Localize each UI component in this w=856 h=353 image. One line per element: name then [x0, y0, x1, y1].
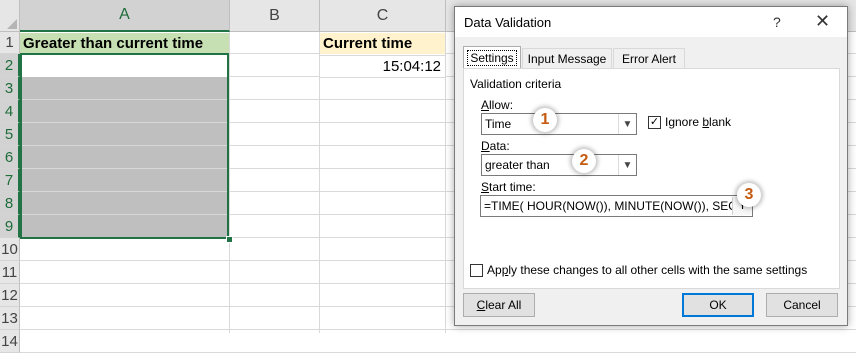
cell-a8[interactable]: [21, 192, 228, 215]
validation-criteria-label: Validation criteria: [470, 77, 562, 91]
tab-settings-label: Settings: [467, 50, 517, 66]
row-header[interactable]: 6: [0, 146, 20, 169]
help-button[interactable]: ?: [773, 14, 781, 30]
row-header[interactable]: 4: [0, 100, 20, 123]
cell-c1[interactable]: Current time: [320, 33, 445, 54]
row-header[interactable]: 5: [0, 123, 20, 146]
row-header[interactable]: 9: [0, 215, 20, 238]
cell-a2-active[interactable]: [21, 55, 228, 77]
row-header[interactable]: 11: [0, 261, 20, 284]
cancel-button[interactable]: Cancel: [766, 293, 838, 317]
select-all-corner[interactable]: [0, 0, 20, 32]
chevron-down-icon[interactable]: ▼: [618, 155, 636, 175]
step-badge-1: 1: [533, 108, 557, 132]
apply-all-label: Apply these changes to all other cells w…: [487, 263, 808, 277]
data-label: Data:: [481, 139, 510, 153]
cell-a6[interactable]: [21, 146, 228, 169]
data-validation-dialog: Data Validation ? ✕ Settings Input Messa…: [454, 6, 848, 326]
row-header[interactable]: 3: [0, 77, 20, 100]
start-time-input[interactable]: =TIME( HOUR(NOW()), MINUTE(NOW()), SECON…: [480, 195, 753, 217]
allow-value: Time: [485, 117, 512, 131]
chevron-down-icon[interactable]: ▼: [618, 114, 636, 134]
tab-error-alert[interactable]: Error Alert: [613, 48, 685, 68]
column-header-b[interactable]: B: [230, 0, 320, 32]
row-header[interactable]: 8: [0, 192, 20, 215]
row-header[interactable]: 10: [0, 238, 20, 261]
tab-input-message[interactable]: Input Message: [522, 48, 612, 68]
gridline: [20, 329, 856, 330]
row-header[interactable]: 13: [0, 307, 20, 330]
column-header-c[interactable]: C: [320, 0, 446, 32]
clear-all-button[interactable]: Clear All: [463, 293, 535, 317]
step-badge-2: 2: [572, 149, 596, 173]
allow-select[interactable]: Time ▼: [481, 113, 637, 135]
data-value: greater than: [485, 158, 550, 172]
dialog-title-bar[interactable]: Data Validation ? ✕: [455, 7, 847, 37]
apply-all-checkbox[interactable]: [470, 264, 483, 277]
ignore-blank-checkbox[interactable]: ✓: [648, 116, 661, 129]
cell-a9[interactable]: [21, 215, 228, 238]
ok-button[interactable]: OK: [682, 293, 754, 317]
row-header[interactable]: 2: [0, 54, 20, 77]
cell-a5[interactable]: [21, 123, 228, 146]
start-time-label: Start time:: [481, 180, 536, 194]
close-button[interactable]: ✕: [815, 11, 830, 32]
cell-a1[interactable]: Greater than current time: [20, 33, 229, 54]
row-header[interactable]: 14: [0, 330, 20, 353]
cell-a7[interactable]: [21, 169, 228, 192]
row-header[interactable]: 7: [0, 169, 20, 192]
cell-c2[interactable]: 15:04:12: [319, 55, 446, 78]
ignore-blank-label: Ignore blank: [665, 115, 732, 129]
dialog-title: Data Validation: [464, 15, 552, 30]
settings-panel: Validation criteria Allow: Time ▼ ✓ Igno…: [463, 68, 840, 289]
step-badge-3: 3: [737, 183, 761, 207]
row-header[interactable]: 12: [0, 284, 20, 307]
fill-handle[interactable]: [226, 236, 233, 243]
cell-a4[interactable]: [21, 100, 228, 123]
column-header-a[interactable]: A: [20, 0, 230, 32]
gridline: [229, 32, 230, 333]
cell-a3[interactable]: [21, 77, 228, 100]
allow-label: Allow:: [481, 98, 514, 112]
data-select[interactable]: greater than ▼: [481, 154, 637, 176]
row-header[interactable]: 1: [0, 32, 20, 54]
tab-settings[interactable]: Settings: [463, 46, 521, 69]
